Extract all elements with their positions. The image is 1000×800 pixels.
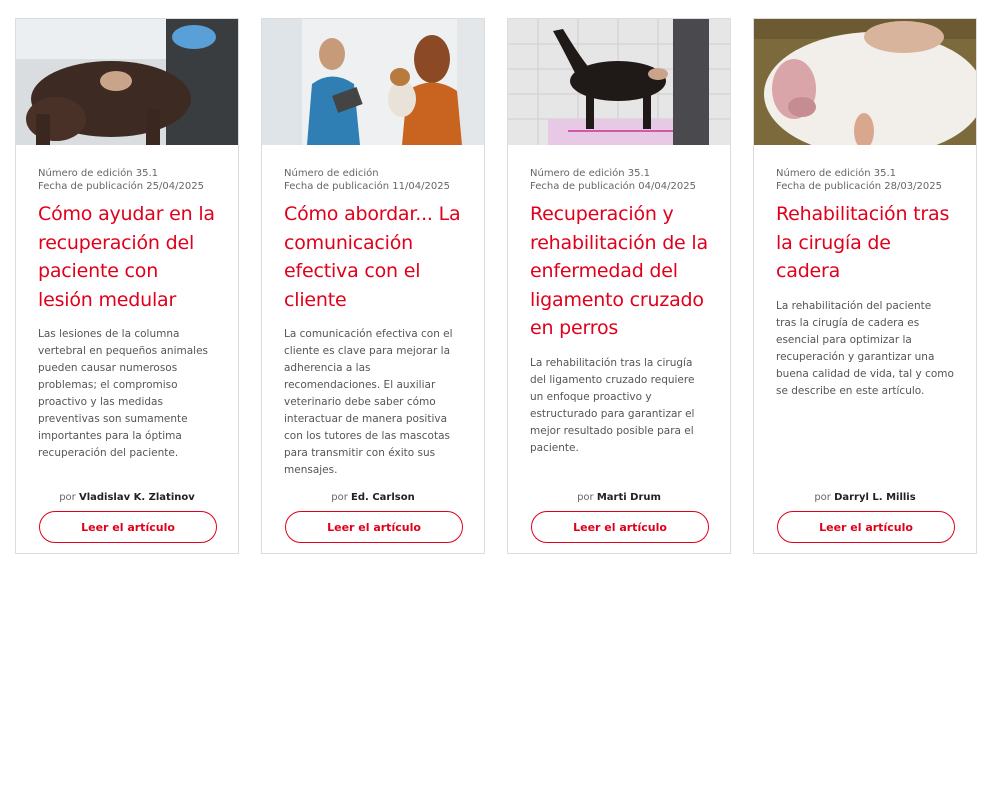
- article-author: por Darryl L. Millis: [754, 492, 976, 503]
- article-description: La comunicación efectiva con el cliente …: [284, 328, 453, 476]
- publication-date: Fecha de publicación 28/03/2025: [776, 181, 942, 192]
- article-description: La rehabilitación tras la cirugía del li…: [530, 356, 695, 454]
- article-title[interactable]: Cómo ayudar en la recuperación del pacie…: [38, 200, 216, 314]
- article-card: Número de edición Fecha de publicación 1…: [261, 18, 485, 554]
- issue-number: Número de edición: [284, 168, 379, 179]
- publication-date: Fecha de publicación 25/04/2025: [38, 181, 204, 192]
- article-image-dog-rehab[interactable]: [508, 19, 730, 145]
- article-title[interactable]: Recuperación y rehabilitación de la enfe…: [530, 200, 708, 343]
- author-prefix: por: [331, 492, 348, 503]
- read-article-button[interactable]: Leer el artículo: [531, 511, 709, 543]
- article-image-dog-spinal[interactable]: [16, 19, 238, 145]
- publication-date: Fecha de publicación 11/04/2025: [284, 181, 450, 192]
- author-prefix: por: [577, 492, 594, 503]
- author-prefix: por: [814, 492, 831, 503]
- read-article-button[interactable]: Leer el artículo: [285, 511, 463, 543]
- publication-date: Fecha de publicación 04/04/2025: [530, 181, 696, 192]
- read-article-button[interactable]: Leer el artículo: [777, 511, 955, 543]
- read-article-button[interactable]: Leer el artículo: [39, 511, 217, 543]
- article-card: Número de edición 35.1 Fecha de publicac…: [507, 18, 731, 554]
- article-card: Número de edición 35.1 Fecha de publicac…: [15, 18, 239, 554]
- author-name: Marti Drum: [596, 492, 661, 503]
- article-author: por Ed. Carlson: [262, 492, 484, 503]
- article-image-hip-surgery[interactable]: [754, 19, 976, 145]
- author-name: Ed. Carlson: [351, 492, 415, 503]
- issue-number: Número de edición 35.1: [38, 168, 159, 179]
- article-title[interactable]: Rehabilitación tras la cirugía de cadera: [776, 200, 954, 286]
- author-name: Vladislav K. Zlatinov: [78, 492, 195, 503]
- article-description: Las lesiones de la columna vertebral en …: [38, 328, 208, 459]
- article-author: por Marti Drum: [508, 492, 730, 503]
- article-author: por Vladislav K. Zlatinov: [16, 492, 238, 503]
- author-prefix: por: [59, 492, 76, 503]
- article-card: Número de edición 35.1 Fecha de publicac…: [753, 18, 977, 554]
- article-image-vet-client[interactable]: [262, 19, 484, 145]
- article-grid: Número de edición 35.1 Fecha de publicac…: [15, 18, 977, 554]
- article-title[interactable]: Cómo abordar... La comunicación efectiva…: [284, 200, 462, 314]
- article-description: La rehabilitación del paciente tras la c…: [776, 299, 954, 397]
- issue-number: Número de edición 35.1: [530, 168, 651, 179]
- issue-number: Número de edición 35.1: [776, 168, 897, 179]
- author-name: Darryl L. Millis: [834, 492, 916, 503]
